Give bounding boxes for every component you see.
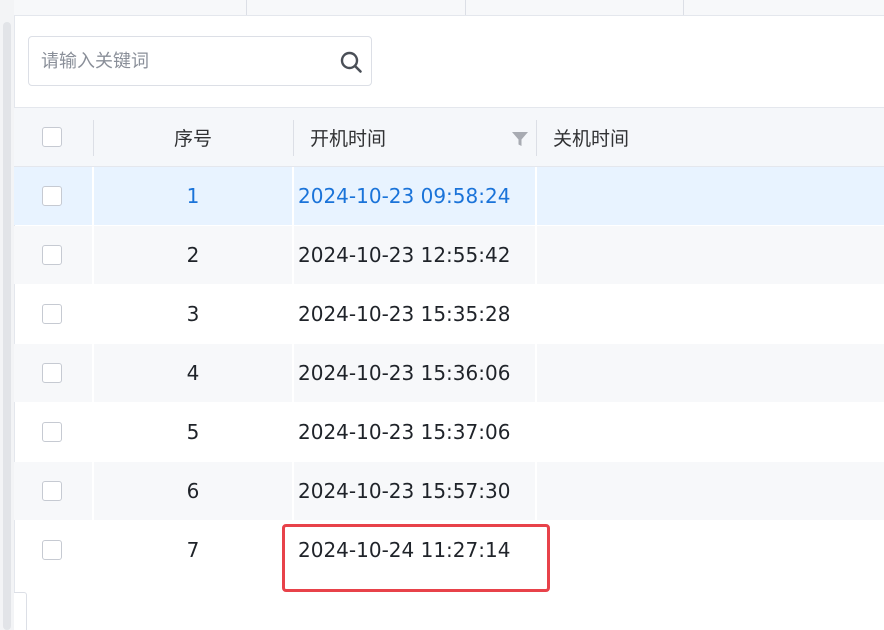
search-input[interactable]	[41, 37, 331, 85]
cell-power-off-time	[553, 226, 853, 284]
annotation-highlight-box	[282, 524, 550, 592]
cell-index: 6	[186, 479, 200, 503]
cell-separator	[292, 462, 294, 520]
column-header-power-on-time[interactable]: 开机时间	[310, 108, 510, 166]
vertical-scrollbar[interactable]	[3, 22, 11, 630]
table-row[interactable]: 5 2024-10-23 15:37:06	[14, 403, 884, 461]
column-divider	[536, 120, 537, 156]
table-row[interactable]: 3 2024-10-23 15:35:28	[14, 285, 884, 343]
cell-power-on-time: 2024-10-23 15:57:30	[298, 479, 511, 503]
cell-power-off-time	[553, 344, 853, 402]
cell-separator	[292, 167, 294, 225]
header-separator	[465, 0, 466, 15]
column-header-power-off-time[interactable]: 关机时间	[553, 108, 853, 166]
table-row[interactable]: 6 2024-10-23 15:57:30	[14, 462, 884, 520]
cell-separator	[535, 462, 537, 520]
cell-power-on-time: 2024-10-23 12:55:42	[298, 243, 511, 267]
left-panel-edge	[0, 0, 15, 630]
row-checkbox[interactable]	[42, 422, 62, 442]
cell-separator	[292, 226, 294, 284]
cell-index: 3	[186, 302, 200, 326]
cell-index: 2	[186, 243, 200, 267]
table-row[interactable]: 4 2024-10-23 15:36:06	[14, 344, 884, 402]
row-checkbox[interactable]	[42, 540, 62, 560]
row-checkbox[interactable]	[42, 363, 62, 383]
cell-separator	[535, 226, 537, 284]
cell-power-off-time	[553, 462, 853, 520]
cell-power-off-time	[553, 403, 853, 461]
cell-power-off-time	[553, 167, 853, 225]
cell-power-off-time	[553, 285, 853, 343]
row-checkbox[interactable]	[42, 304, 62, 324]
table-header: 序号 开机时间 关机时间	[14, 107, 884, 167]
cell-index: 4	[186, 361, 200, 385]
cell-power-on-time: 2024-10-23 15:35:28	[298, 302, 511, 326]
cell-index: 5	[186, 420, 200, 444]
select-all-checkbox[interactable]	[42, 127, 62, 147]
cell-index: 1	[186, 184, 200, 208]
cell-power-on-time: 2024-10-23 15:37:06	[298, 420, 511, 444]
table-row[interactable]: 1 2024-10-23 09:58:24	[14, 167, 884, 225]
page: 序号 开机时间 关机时间 1 2024-10-23 09:58:24	[0, 0, 884, 630]
row-checkbox[interactable]	[42, 186, 62, 206]
table-row[interactable]: 2 2024-10-23 12:55:42	[14, 226, 884, 284]
cell-separator	[292, 344, 294, 402]
column-divider	[293, 120, 294, 156]
filter-icon[interactable]	[511, 130, 529, 148]
header-separator	[246, 0, 247, 15]
top-header-strip	[14, 0, 884, 16]
cell-power-on-time: 2024-10-23 15:36:06	[298, 361, 511, 385]
cell-separator	[535, 344, 537, 402]
cell-power-off-time	[553, 521, 853, 579]
cell-separator	[535, 167, 537, 225]
row-checkbox[interactable]	[42, 481, 62, 501]
row-checkbox[interactable]	[42, 245, 62, 265]
search-box[interactable]	[28, 36, 372, 86]
cell-power-on-time: 2024-10-23 09:58:24	[298, 184, 511, 208]
cell-index: 7	[186, 538, 200, 562]
search-icon[interactable]	[339, 50, 363, 74]
header-separator	[683, 0, 684, 15]
column-header-index[interactable]: 序号	[94, 108, 292, 166]
